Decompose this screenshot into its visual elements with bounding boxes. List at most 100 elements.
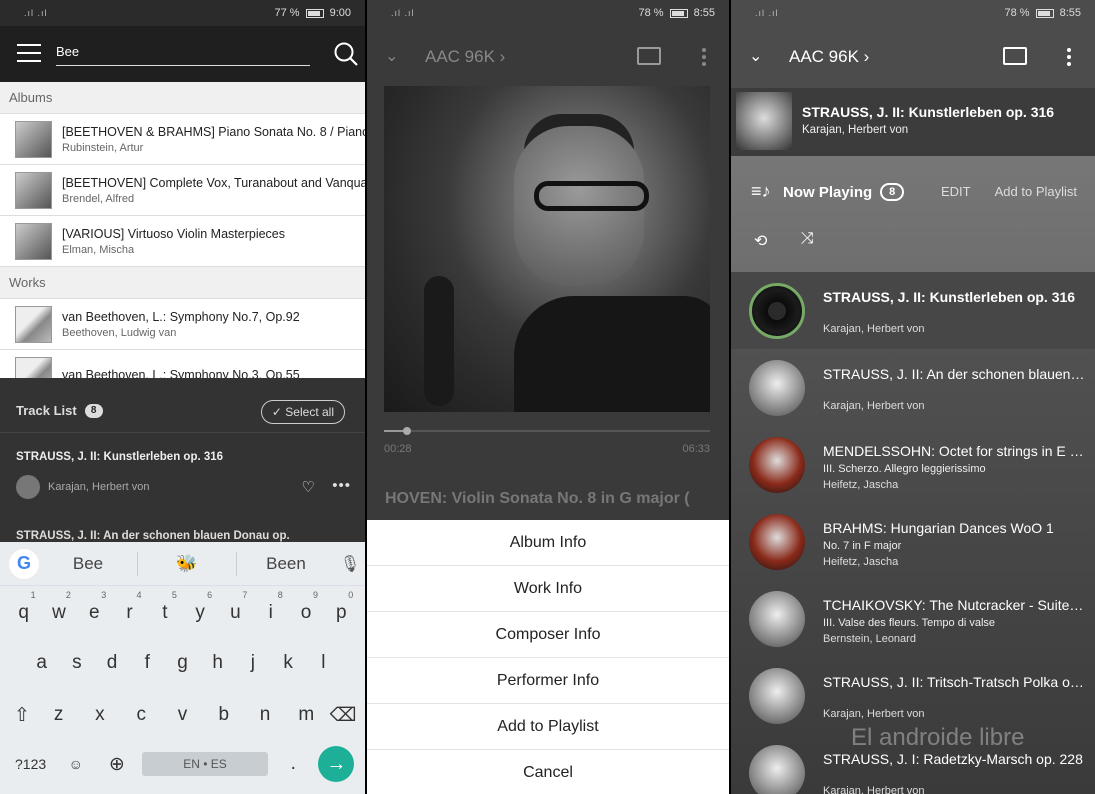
key-t[interactable]: 5t [149,590,181,624]
cast-icon[interactable] [637,47,661,65]
key-l[interactable]: l [307,652,339,674]
key-y[interactable]: 6y [184,590,216,624]
key-a[interactable]: a [26,652,58,674]
album-result[interactable]: [BEETHOVEN] Complete Vox, Turanabout and… [0,165,365,216]
work-info-option[interactable]: Work Info [367,566,729,612]
cancel-option[interactable]: Cancel [367,750,729,794]
key-u[interactable]: 7u [219,590,251,624]
queue-title: MENDELSSOHN: Octet for strings in E flat [823,443,1085,459]
mini-player[interactable]: STRAUSS, J. II: Kunstlerleben op. 316 Ka… [731,88,1095,156]
key-row-4: ?123 ☺ ⊕ EN • ES . → [0,744,365,784]
queue-item[interactable]: STRAUSS, J. II: Kunstlerleben op. 316 Ka… [731,272,1095,349]
chevron-down-icon[interactable]: ⌄ [385,46,398,66]
suggestion[interactable]: Been [237,554,335,574]
battery-level [307,10,320,16]
key-r[interactable]: 4r [114,590,146,624]
track-list-header: Track List 8 [16,403,103,418]
search-panel: .ıl .ıl 77 % 9:00 Bee Albums [BEETHOVEN … [0,0,365,794]
heart-icon[interactable]: ♡ [302,478,315,496]
progress-bar[interactable] [384,427,710,435]
shift-icon[interactable]: ⇧ [6,704,38,727]
key-m[interactable]: m [290,704,322,726]
key-b[interactable]: b [208,704,240,726]
key-letter: e [88,602,100,623]
queue-item[interactable]: BRAHMS: Hungarian Dances WoO 1 No. 7 in … [731,503,1095,580]
track-artist-name: Karajan, Herbert von [48,481,150,493]
select-all-button[interactable]: ✓ Select all [260,400,345,424]
queue-item[interactable]: MENDELSSOHN: Octet for strings in E flat… [731,426,1095,503]
period-key[interactable]: . [277,753,309,775]
work-result[interactable]: van Beethoven, L.: Symphony No.7, Op.92 B… [0,299,365,350]
suggestion[interactable]: Bee [39,554,137,574]
key-c[interactable]: c [125,704,157,726]
key-s[interactable]: s [61,652,93,674]
key-f[interactable]: f [131,652,163,674]
search-results: Albums [BEETHOVEN & BRAHMS] Piano Sonata… [0,82,365,401]
search-icon[interactable] [333,41,359,67]
track-title[interactable]: STRAUSS, J. II: An der schonen blauen Do… [16,530,290,542]
backspace-icon[interactable]: ⌫ [327,704,359,727]
key-q[interactable]: 1q [8,590,40,624]
key-g[interactable]: g [166,652,198,674]
key-o[interactable]: 9o [290,590,322,624]
key-k[interactable]: k [272,652,304,674]
symbols-key[interactable]: ?123 [11,756,51,772]
performer-info-option[interactable]: Performer Info [367,658,729,704]
kebab-menu-icon[interactable] [1067,48,1071,69]
key-i[interactable]: 8i [255,590,287,624]
key-d[interactable]: d [96,652,128,674]
microphone-icon[interactable]: 🎙 [335,554,365,574]
signal-icon: .ıl .ıl [391,8,415,18]
key-h[interactable]: h [202,652,234,674]
progress-knob[interactable] [403,427,412,435]
shuffle-icon[interactable]: ⤨ [801,230,814,248]
add-to-playlist-option[interactable]: Add to Playlist [367,704,729,750]
menu-icon[interactable] [17,44,41,62]
queue-title: STRAUSS, J. II: Tritsch-Tratsch Polka op… [823,674,1085,690]
more-icon[interactable]: ••• [332,477,351,494]
key-n[interactable]: n [249,704,281,726]
track-title[interactable]: STRAUSS, J. II: Kunstlerleben op. 316 [16,451,223,463]
google-icon[interactable]: G [9,548,39,579]
queue-item[interactable]: TCHAIKOVSKY: The Nutcracker - Suite op. … [731,580,1095,657]
action-sheet: Album Info Work Info Composer Info Perfo… [367,520,729,794]
suggestion-emoji[interactable]: 🐝 [138,554,236,574]
chevron-down-icon[interactable]: ⌄ [749,46,762,66]
edit-button[interactable]: EDIT [941,184,971,199]
queue-artist: Heifetz, Jascha [823,479,899,491]
clock: 8:55 [1059,7,1081,19]
key-w[interactable]: 2w [43,590,75,624]
emoji-key[interactable]: ☺ [60,756,92,772]
kebab-menu-icon[interactable] [702,48,706,69]
key-z[interactable]: z [43,704,75,726]
album-result[interactable]: [BEETHOVEN & BRAHMS] Piano Sonata No. 8 … [0,114,365,165]
key-x[interactable]: x [84,704,116,726]
go-arrow-icon[interactable]: → [318,746,355,782]
work-icon [15,305,52,343]
artist-thumbnail [749,437,805,493]
space-bar[interactable]: EN • ES [142,752,269,776]
key-number-hint: 4 [136,590,142,600]
key-e[interactable]: 3e [78,590,110,624]
cast-icon[interactable] [1003,47,1027,65]
key-p[interactable]: 0p [325,590,357,624]
add-to-playlist-button[interactable]: Add to Playlist [995,184,1077,199]
queue-item[interactable]: STRAUSS, J. II: Tritsch-Tratsch Polka op… [731,657,1095,734]
format-label[interactable]: AAC 96K › [425,47,505,67]
battery-icon [305,8,324,18]
search-input[interactable]: Bee [56,40,310,66]
battery-icon [669,8,688,18]
album-info-option[interactable]: Album Info [367,520,729,566]
composer-info-option[interactable]: Composer Info [367,612,729,658]
format-label[interactable]: AAC 96K › [789,47,869,67]
track-count-badge: 8 [84,403,103,418]
key-v[interactable]: v [166,704,198,726]
repeat-icon[interactable]: ⟲ [754,231,767,251]
queue-title: TCHAIKOVSKY: The Nutcracker - Suite op. … [823,597,1085,613]
key-j[interactable]: j [237,652,269,674]
album-result[interactable]: [VARIOUS] Virtuoso Violin Masterpieces El… [0,216,365,267]
queue-item[interactable]: STRAUSS, J. II: An der schonen blauen Do… [731,349,1095,426]
key-number-hint: 9 [313,590,319,600]
globe-icon[interactable]: ⊕ [101,753,133,776]
album-cover [736,92,792,150]
